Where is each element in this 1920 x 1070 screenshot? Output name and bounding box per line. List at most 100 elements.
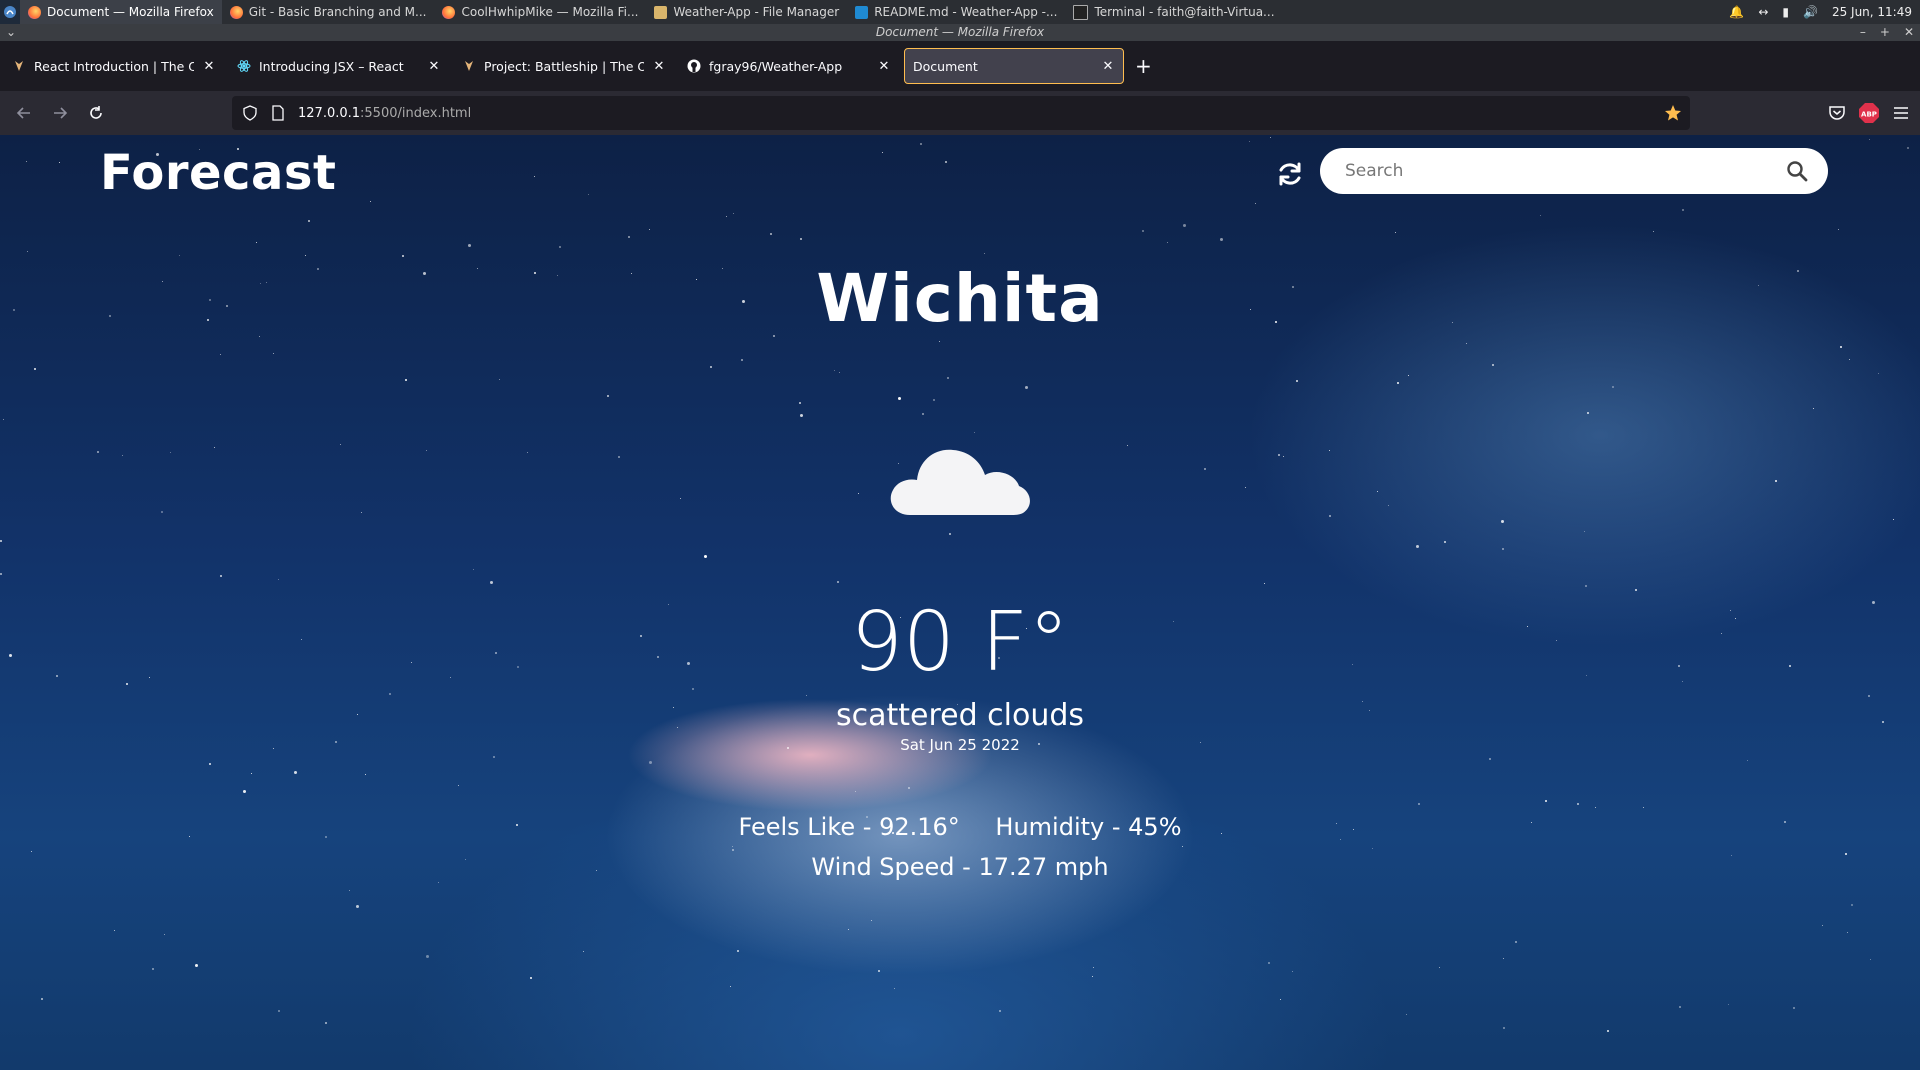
- volume-icon[interactable]: 🔊: [1803, 5, 1818, 19]
- taskbar-item-firefox-coolhwhipmike[interactable]: CoolHwhipMike — Mozilla Fi...: [434, 0, 646, 24]
- taskbar-item-firefox-git[interactable]: Git - Basic Branching and M...: [222, 0, 435, 24]
- star: [1643, 807, 1644, 808]
- star: [308, 220, 310, 222]
- taskbar-item-firefox-document[interactable]: Document — Mozilla Firefox: [20, 0, 222, 24]
- star: [732, 849, 734, 851]
- star: [278, 579, 279, 580]
- close-tab-icon[interactable]: ✕: [202, 59, 216, 74]
- refresh-icon[interactable]: [1275, 159, 1305, 189]
- new-tab-button[interactable]: +: [1135, 54, 1152, 78]
- page-icon[interactable]: [270, 105, 286, 121]
- star: [1849, 359, 1850, 360]
- adblock-plus-icon[interactable]: ABP: [1858, 102, 1880, 124]
- whisker-menu-icon: [4, 6, 16, 18]
- star: [1840, 346, 1842, 348]
- tab-label: Project: Battleship | The Odin: [484, 58, 644, 74]
- star: [939, 341, 940, 342]
- city-name: Wichita: [816, 260, 1104, 337]
- close-tab-icon[interactable]: ✕: [427, 59, 441, 74]
- star: [468, 244, 471, 247]
- tab-weather-app-github[interactable]: fgray96/Weather-App ✕: [679, 48, 899, 84]
- star: [1515, 941, 1517, 943]
- star: [1747, 760, 1748, 761]
- maximize-icon[interactable]: +: [1880, 24, 1890, 41]
- star: [1329, 515, 1331, 517]
- terminal-icon: [1073, 4, 1089, 20]
- star: [1268, 962, 1270, 964]
- start-menu-button[interactable]: [0, 0, 20, 24]
- clock[interactable]: 25 Jun, 11:49: [1832, 5, 1912, 19]
- tab-document[interactable]: Document ✕: [904, 48, 1124, 84]
- star: [837, 581, 839, 583]
- current-date: Sat Jun 25 2022: [900, 736, 1020, 754]
- app-logo: Forecast: [100, 145, 337, 201]
- taskbar-item-label: Weather-App - File Manager: [673, 5, 840, 19]
- notification-bell-icon[interactable]: 🔔: [1729, 5, 1744, 19]
- star: [1851, 904, 1853, 906]
- star: [1270, 137, 1271, 138]
- hamburger-menu-icon[interactable]: [1892, 104, 1910, 122]
- tab-react-introduction[interactable]: React Introduction | The Odin ✕: [4, 48, 224, 84]
- reload-button[interactable]: [78, 95, 114, 131]
- close-tab-icon[interactable]: ✕: [652, 59, 666, 74]
- star: [1612, 386, 1614, 388]
- star: [1408, 375, 1409, 376]
- shield-icon[interactable]: [242, 105, 258, 121]
- star: [1204, 468, 1206, 470]
- star: [726, 216, 727, 217]
- star: [628, 236, 630, 238]
- city-search-box[interactable]: [1320, 148, 1828, 194]
- star: [1395, 232, 1396, 233]
- star: [704, 555, 707, 558]
- star: [325, 1022, 327, 1024]
- star: [1466, 343, 1467, 344]
- star: [607, 395, 609, 397]
- battery-icon[interactable]: ▮: [1782, 5, 1789, 19]
- star: [530, 977, 532, 979]
- star: [152, 968, 154, 970]
- minimize-icon[interactable]: –: [1860, 24, 1866, 41]
- wind-speed: Wind Speed - 17.27 mph: [811, 853, 1109, 881]
- star: [1183, 224, 1186, 227]
- star: [1869, 139, 1870, 140]
- tab-project-battleship[interactable]: Project: Battleship | The Odin ✕: [454, 48, 674, 84]
- url-text[interactable]: 127.0.0.1:5500/index.html: [298, 106, 471, 121]
- browser-tab-strip: React Introduction | The Odin ✕ Introduc…: [0, 41, 1920, 91]
- bookmark-star-icon[interactable]: [1664, 104, 1682, 122]
- star: [426, 450, 427, 451]
- search-input[interactable]: [1343, 160, 1786, 182]
- react-icon: [237, 59, 251, 73]
- star: [458, 785, 459, 786]
- star: [1682, 209, 1684, 211]
- tab-introducing-jsx[interactable]: Introducing JSX – React ✕: [229, 48, 449, 84]
- close-tab-icon[interactable]: ✕: [1101, 59, 1115, 74]
- star: [839, 372, 840, 373]
- star: [170, 452, 171, 453]
- star: [1127, 445, 1128, 446]
- taskbar-item-label: CoolHwhipMike — Mozilla Fi...: [461, 5, 639, 19]
- star: [1296, 380, 1298, 382]
- star: [97, 451, 99, 453]
- close-tab-icon[interactable]: ✕: [877, 59, 891, 74]
- window-menu-icon[interactable]: ⌄: [6, 24, 16, 41]
- taskbar-item-file-manager[interactable]: Weather-App - File Manager: [646, 0, 847, 24]
- star: [34, 368, 36, 370]
- taskbar-item-terminal[interactable]: Terminal - faith@faith-Virtua...: [1065, 0, 1282, 24]
- star: [949, 533, 951, 535]
- search-icon[interactable]: [1786, 160, 1808, 182]
- forward-button[interactable]: [42, 95, 78, 131]
- star: [1545, 800, 1547, 802]
- pocket-icon[interactable]: [1828, 104, 1846, 122]
- url-bar[interactable]: 127.0.0.1:5500/index.html: [232, 96, 1690, 130]
- network-icon[interactable]: ↔: [1758, 5, 1768, 19]
- tab-label: Document: [913, 58, 978, 74]
- star: [1607, 1030, 1609, 1032]
- close-icon[interactable]: ✕: [1904, 24, 1914, 41]
- taskbar-item-vscode[interactable]: README.md - Weather-App -...: [847, 0, 1065, 24]
- star: [1577, 803, 1579, 805]
- back-button[interactable]: [6, 95, 42, 131]
- star: [1775, 480, 1777, 482]
- arrow-left-icon: [16, 107, 30, 119]
- star: [1838, 229, 1839, 230]
- star: [1439, 967, 1440, 968]
